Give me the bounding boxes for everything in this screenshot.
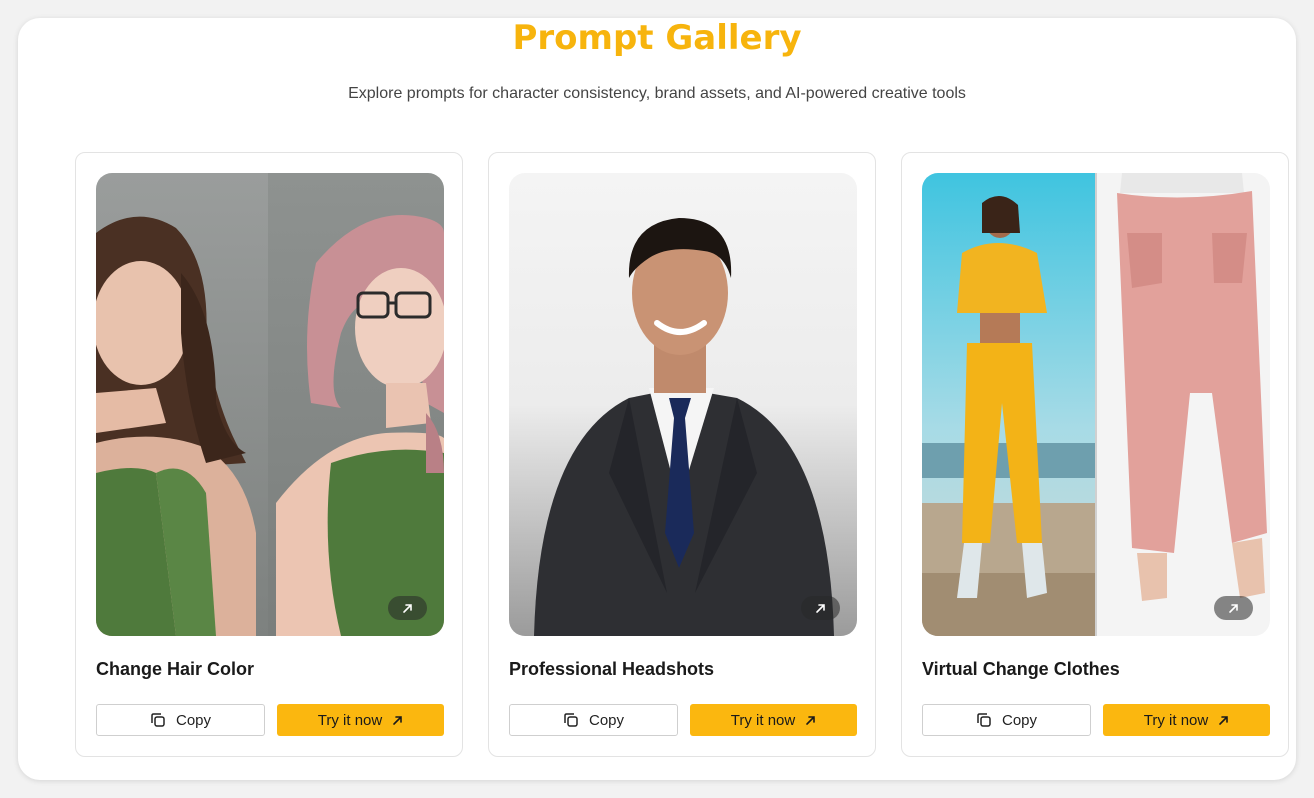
- card-image[interactable]: [509, 173, 857, 636]
- arrow-up-right-icon: [392, 715, 403, 726]
- arrow-up-right-icon: [815, 603, 826, 614]
- card-image[interactable]: [922, 173, 1270, 636]
- copy-icon: [976, 712, 992, 728]
- arrow-up-right-icon: [1218, 715, 1229, 726]
- try-label: Try it now: [1143, 711, 1209, 729]
- try-it-now-button[interactable]: Try it now: [1103, 704, 1270, 736]
- card-image[interactable]: [96, 173, 444, 636]
- card-title: Virtual Change Clothes: [922, 659, 1120, 679]
- copy-button[interactable]: Copy: [96, 704, 265, 736]
- copy-icon: [150, 712, 166, 728]
- try-label: Try it now: [317, 711, 383, 729]
- page-title: Prompt Gallery: [512, 18, 802, 58]
- prompt-card-virtual-clothes: Virtual Change Clothes Copy Try it now: [901, 152, 1289, 757]
- page-subtitle: Explore prompts for character consistenc…: [348, 85, 966, 102]
- prompt-card-headshots: Professional Headshots Copy Try it now: [488, 152, 876, 757]
- copy-button[interactable]: Copy: [509, 704, 678, 736]
- copy-button[interactable]: Copy: [922, 704, 1091, 736]
- card-title: Change Hair Color: [96, 659, 255, 679]
- arrow-up-right-icon: [1228, 603, 1239, 614]
- open-badge[interactable]: [1214, 596, 1253, 620]
- prompt-card-hair-color: Change Hair Color Copy Try it now: [75, 152, 463, 757]
- open-badge[interactable]: [801, 596, 840, 620]
- card-title: Professional Headshots: [509, 659, 715, 679]
- try-it-now-button[interactable]: Try it now: [690, 704, 857, 736]
- arrow-up-right-icon: [805, 715, 816, 726]
- outfit-swap-image: [922, 173, 1270, 636]
- copy-label: Copy: [175, 711, 212, 729]
- copy-icon: [563, 712, 579, 728]
- try-label: Try it now: [730, 711, 796, 729]
- copy-label: Copy: [1001, 711, 1038, 729]
- try-it-now-button[interactable]: Try it now: [277, 704, 444, 736]
- arrow-up-right-icon: [402, 603, 413, 614]
- copy-label: Copy: [588, 711, 625, 729]
- gallery-panel: Prompt Gallery Explore prompts for chara…: [18, 18, 1296, 780]
- open-badge[interactable]: [388, 596, 427, 620]
- hair-color-before-after-image: [96, 173, 444, 636]
- headshot-image: [509, 173, 857, 636]
